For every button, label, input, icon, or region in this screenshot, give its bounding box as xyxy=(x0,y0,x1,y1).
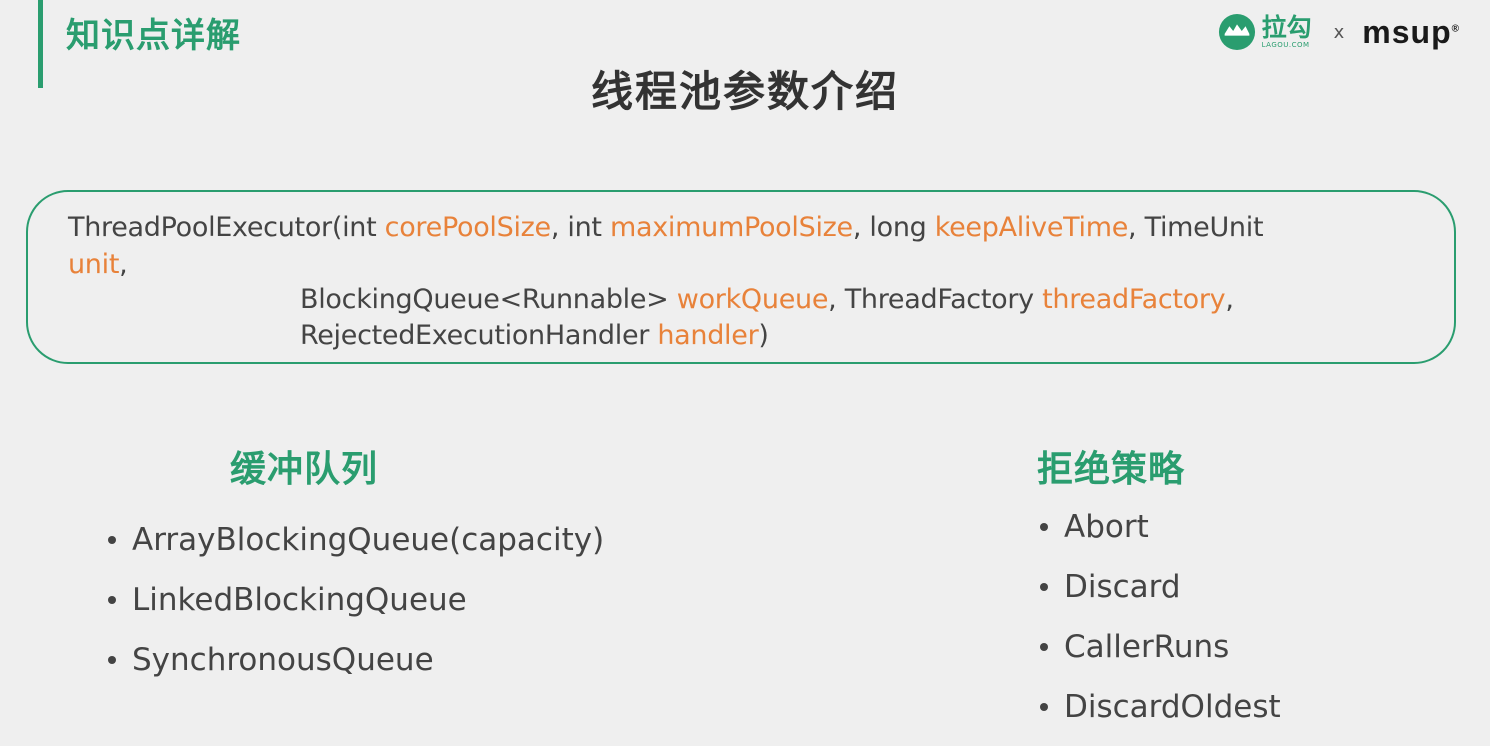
lagou-logo-icon xyxy=(1218,13,1255,51)
sig-text: , ThreadFactory xyxy=(828,284,1043,315)
lagou-url: LAGOU.COM xyxy=(1261,41,1310,49)
list-item: Abort xyxy=(1040,497,1281,557)
signature-line-3: BlockingQueue<Runnable> workQueue, Threa… xyxy=(300,284,1234,315)
msup-logo: msup® xyxy=(1362,14,1460,51)
sig-param: unit xyxy=(68,249,120,280)
bullet-icon xyxy=(108,536,116,544)
sig-text: , xyxy=(1225,284,1234,315)
list-item-label: ArrayBlockingQueue(capacity) xyxy=(132,522,605,558)
sig-text: RejectedExecutionHandler xyxy=(300,320,658,351)
list-item-label: LinkedBlockingQueue xyxy=(132,582,467,618)
list-item: ArrayBlockingQueue(capacity) xyxy=(108,510,604,570)
brand-separator: x xyxy=(1333,21,1345,43)
bullet-icon xyxy=(1040,523,1048,531)
buffer-queue-heading: 缓冲队列 xyxy=(230,449,379,490)
sig-param: maximumPoolSize xyxy=(610,212,853,243)
slide-title: 线程池参数介绍 xyxy=(590,67,899,116)
sig-text: , int xyxy=(550,212,610,243)
sig-param: handler xyxy=(657,320,759,351)
list-item-label: DiscardOldest xyxy=(1064,689,1281,725)
section-label: 知识点详解 xyxy=(66,16,241,56)
signature-line-2: unit, xyxy=(68,249,128,280)
sig-text: , xyxy=(119,249,128,280)
buffer-queue-list: ArrayBlockingQueue(capacity) LinkedBlock… xyxy=(108,510,604,690)
sig-text: , long xyxy=(852,212,935,243)
signature-line-4: RejectedExecutionHandler handler) xyxy=(300,320,769,351)
sig-text: ThreadPoolExecutor(int xyxy=(68,212,385,243)
sig-text: , TimeUnit xyxy=(1128,212,1264,243)
list-item: LinkedBlockingQueue xyxy=(108,570,604,630)
list-item-label: CallerRuns xyxy=(1064,629,1230,665)
lagou-wordmark: 拉勾 LAGOU.COM xyxy=(1262,15,1312,49)
sig-param: workQueue xyxy=(676,284,829,315)
rejection-policy-heading: 拒绝策略 xyxy=(1037,449,1186,490)
sig-param: corePoolSize xyxy=(384,212,551,243)
bullet-icon xyxy=(1040,703,1048,711)
slide: 知识点详解 拉勾 LAGOU.COM x msup® 线程池参数介绍 Threa… xyxy=(0,0,1490,746)
list-item-label: Abort xyxy=(1064,509,1149,545)
sig-text: ) xyxy=(758,320,769,351)
list-item: SynchronousQueue xyxy=(108,630,604,690)
bullet-icon xyxy=(1040,583,1048,591)
list-item: CallerRuns xyxy=(1040,617,1281,677)
list-item-label: Discard xyxy=(1064,569,1181,605)
bullet-icon xyxy=(108,656,116,664)
brand-logos: 拉勾 LAGOU.COM x msup® xyxy=(1218,12,1460,52)
signature-line-1: ThreadPoolExecutor(int corePoolSize, int… xyxy=(68,212,1264,243)
list-item-label: SynchronousQueue xyxy=(132,642,434,678)
sig-param: threadFactory xyxy=(1042,284,1226,315)
registered-mark: ® xyxy=(1451,22,1460,34)
sig-text: BlockingQueue<Runnable> xyxy=(300,284,677,315)
msup-wordmark: msup xyxy=(1362,13,1452,50)
list-item: Discard xyxy=(1040,557,1281,617)
lagou-name: 拉勾 xyxy=(1261,13,1312,42)
bullet-icon xyxy=(1040,643,1048,651)
bullet-icon xyxy=(108,596,116,604)
sig-param: keepAliveTime xyxy=(934,212,1129,243)
list-item: DiscardOldest xyxy=(1040,677,1281,737)
rejection-policy-list: Abort Discard CallerRuns DiscardOldest xyxy=(1040,497,1281,737)
